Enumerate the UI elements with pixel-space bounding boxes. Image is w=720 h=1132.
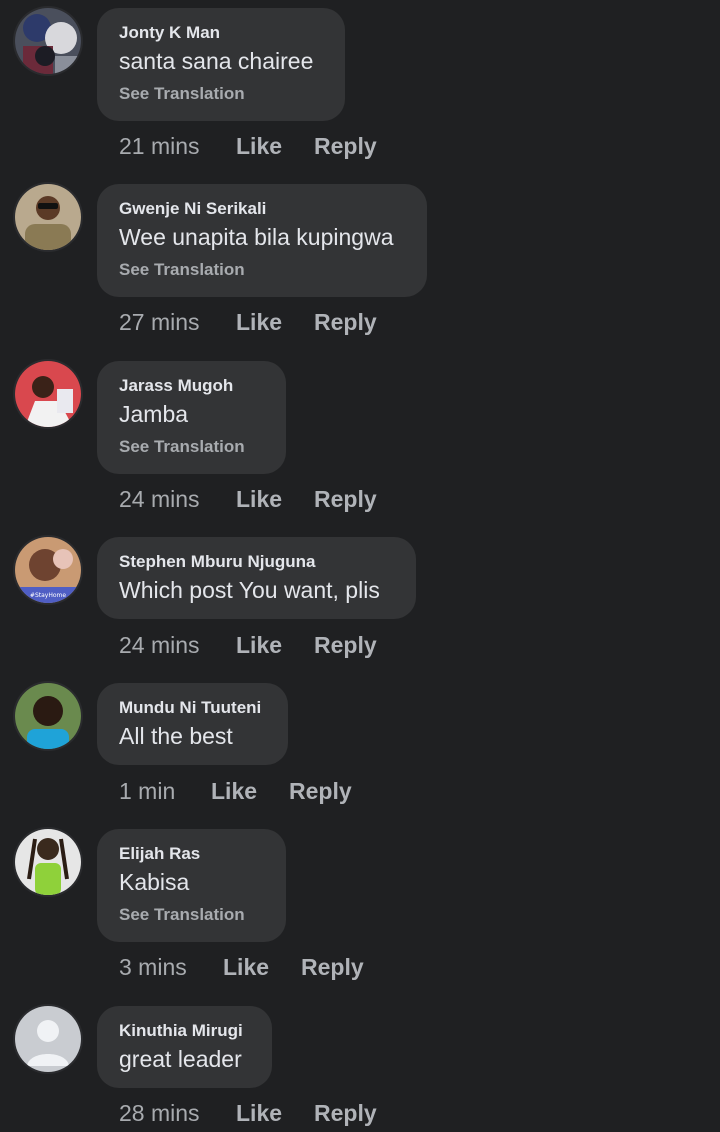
comment-author[interactable]: Stephen Mburu Njuguna bbox=[119, 551, 394, 573]
comment-bubble: Jarass Mugoh Jamba See Translation bbox=[97, 361, 286, 474]
comment-text: Wee unapita bila kupingwa bbox=[119, 224, 394, 250]
comment-author[interactable]: Elijah Ras bbox=[119, 843, 264, 865]
comment-bubble: Kinuthia Mirugi great leader bbox=[97, 1006, 272, 1088]
comment-timestamp: 21 mins bbox=[119, 133, 200, 159]
avatar[interactable]: #StayHome bbox=[15, 537, 81, 603]
comment-text: All the best bbox=[119, 723, 233, 749]
comment-text: Kabisa bbox=[119, 869, 190, 895]
comment-timestamp: 3 mins bbox=[119, 954, 187, 980]
like-button[interactable]: Like bbox=[236, 308, 282, 336]
see-translation-link[interactable]: See Translation bbox=[119, 259, 405, 281]
like-button[interactable]: Like bbox=[223, 953, 269, 981]
see-translation-link[interactable]: See Translation bbox=[119, 436, 264, 458]
comment-timestamp: 27 mins bbox=[119, 309, 200, 335]
reply-button[interactable]: Reply bbox=[301, 953, 364, 981]
reply-button[interactable]: Reply bbox=[289, 777, 352, 805]
like-button[interactable]: Like bbox=[211, 777, 257, 805]
comment-text: Jamba bbox=[119, 401, 189, 427]
like-button[interactable]: Like bbox=[236, 485, 282, 513]
comment-author[interactable]: Mundu Ni Tuuteni bbox=[119, 697, 266, 719]
avatar[interactable] bbox=[15, 8, 81, 74]
like-button[interactable]: Like bbox=[236, 1099, 282, 1127]
comment-bubble: Jonty K Man santa sana chairee See Trans… bbox=[97, 8, 345, 121]
comment-author[interactable]: Jarass Mugoh bbox=[119, 375, 264, 397]
reply-button[interactable]: Reply bbox=[314, 485, 377, 513]
comment-author[interactable]: Jonty K Man bbox=[119, 22, 323, 44]
comment-timestamp: 24 mins bbox=[119, 486, 200, 512]
comment-timestamp: 28 mins bbox=[119, 1100, 200, 1126]
avatar[interactable] bbox=[15, 184, 81, 250]
reply-button[interactable]: Reply bbox=[314, 132, 377, 160]
reply-button[interactable]: Reply bbox=[314, 308, 377, 336]
avatar-badge-text: #StayHome bbox=[30, 592, 66, 599]
comment-bubble: Mundu Ni Tuuteni All the best bbox=[97, 683, 288, 765]
avatar[interactable] bbox=[15, 1006, 81, 1072]
comment-text: santa sana chairee bbox=[119, 48, 314, 74]
like-button[interactable]: Like bbox=[236, 631, 282, 659]
see-translation-link[interactable]: See Translation bbox=[119, 904, 264, 926]
comment-timestamp: 1 min bbox=[119, 778, 176, 804]
reply-button[interactable]: Reply bbox=[314, 631, 377, 659]
comment-bubble: Elijah Ras Kabisa See Translation bbox=[97, 829, 286, 942]
avatar[interactable] bbox=[15, 361, 81, 427]
comment-author[interactable]: Gwenje Ni Serikali bbox=[119, 198, 405, 220]
comment-timestamp: 24 mins bbox=[119, 632, 200, 658]
reply-button[interactable]: Reply bbox=[314, 1099, 377, 1127]
comment-bubble: Stephen Mburu Njuguna Which post You wan… bbox=[97, 537, 416, 619]
see-translation-link[interactable]: See Translation bbox=[119, 83, 323, 105]
comment-text: Which post You want, plis bbox=[119, 577, 380, 603]
comment-bubble: Gwenje Ni Serikali Wee unapita bila kupi… bbox=[97, 184, 427, 297]
comment-text: great leader bbox=[119, 1046, 242, 1072]
like-button[interactable]: Like bbox=[236, 132, 282, 160]
avatar[interactable] bbox=[15, 683, 81, 749]
comment-author[interactable]: Kinuthia Mirugi bbox=[119, 1020, 250, 1042]
avatar[interactable] bbox=[15, 829, 81, 895]
